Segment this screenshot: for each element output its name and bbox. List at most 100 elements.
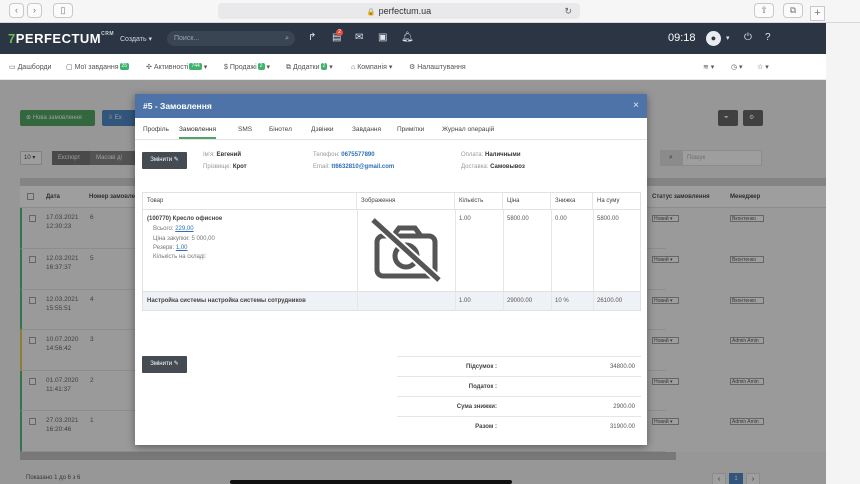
nav-badge: 744 xyxy=(189,63,202,70)
nav-label: Компанія xyxy=(357,64,387,71)
subtotal-value: 34800.00 xyxy=(609,364,635,370)
nav-company[interactable]: ⌂ Компанія ▾ xyxy=(351,63,392,71)
payment-label: Оплата: xyxy=(461,152,484,158)
delivery-info: Доставка: Самовывоз xyxy=(461,164,525,170)
total-link[interactable]: 229,00 xyxy=(175,226,193,232)
lock-icon: 🔒 xyxy=(366,9,376,16)
nav-my-tasks[interactable]: ▢ Мої завдання 25 xyxy=(66,63,130,71)
edit-label: Змінити xyxy=(150,361,173,367)
th-quantity: Кількість xyxy=(455,193,503,209)
delivery-value: Самовывоз xyxy=(490,164,525,170)
nav-activities[interactable]: ✣ Активності 744 ▾ xyxy=(146,63,207,71)
activity-icon: ✣ xyxy=(146,64,154,71)
order-modal: #5 - Замовлення × Профіль Замовлення SMS… xyxy=(135,94,647,445)
edit-customer-button[interactable]: Змінити ✎ xyxy=(142,152,187,169)
share-icon[interactable]: ⇧ xyxy=(754,3,774,18)
item-sum: 26100.00 xyxy=(597,298,623,304)
edit-order-button[interactable]: Змінити ✎ xyxy=(142,356,187,373)
reserve: Резерв: 1,00 xyxy=(153,245,188,251)
tasks-icon: ▢ xyxy=(66,64,75,71)
gear-icon: ⚙ xyxy=(409,64,418,71)
surname-value: Крот xyxy=(232,164,247,170)
phone-link[interactable]: 0675577890 xyxy=(341,152,374,158)
tab-order[interactable]: Замовлення xyxy=(179,126,217,139)
nav-label: Продажі xyxy=(229,64,257,71)
main-nav: ▭ Дашборди ▢ Мої завдання 25 ✣ Активності… xyxy=(0,54,826,80)
divider xyxy=(397,356,641,357)
nav-addons[interactable]: ⧉ Додатки 2 ▾ xyxy=(286,63,333,72)
pencil-icon: ✎ xyxy=(173,157,179,163)
tab-calls[interactable]: Дзвінки xyxy=(311,126,334,133)
help-icon[interactable]: ? xyxy=(765,32,771,43)
order-item-row: (100770) Кресло офисное Всього: 229,00 Ц… xyxy=(143,209,640,292)
th-price: Ціна xyxy=(503,193,551,209)
header-search-placeholder: Поиск... xyxy=(174,35,200,42)
grand-total-value: 31900.00 xyxy=(609,424,635,430)
browser-toolbar: ‹ › ▯ 🔒 perfectum.ua ↻ ⇧ ⧉ xyxy=(0,0,860,23)
divider xyxy=(397,416,641,417)
nav-settings[interactable]: ⚙ Налаштування xyxy=(409,63,466,71)
tabs-icon[interactable]: ⧉ xyxy=(783,3,803,18)
customer-phone: Телефон: 0675577890 xyxy=(313,152,375,158)
tab-notes[interactable]: Примітки xyxy=(397,126,424,133)
name-value: Евгений xyxy=(216,152,242,158)
divider xyxy=(397,376,641,377)
customer-surname: Прізвище: Крот xyxy=(203,164,247,170)
document-icon[interactable]: ▣ xyxy=(378,32,387,43)
detail-value: 5 000,00 xyxy=(191,236,215,242)
email-label: Email: xyxy=(313,164,330,170)
reserve-link[interactable]: 1,00 xyxy=(176,245,188,251)
item-discount: 0.00 xyxy=(555,216,567,222)
th-image: Зображення xyxy=(357,193,455,209)
nav-dashboards[interactable]: ▭ Дашборди xyxy=(9,63,51,71)
chevron-down-icon[interactable]: ▾ xyxy=(726,34,730,42)
customer-name: Ім'я: Евгений xyxy=(203,152,241,158)
window-margin xyxy=(826,23,860,484)
product-name: (100770) Кресло офисное xyxy=(147,216,223,222)
payment-info: Оплата: Наличными xyxy=(461,152,521,158)
tab-binotel[interactable]: Бінотел xyxy=(269,126,292,133)
order-items-table: Товар Зображення Кількість Ціна Знижка Н… xyxy=(142,192,641,311)
customer-email: Email: tt6632810@gmail.com xyxy=(313,164,394,170)
tab-sms[interactable]: SMS xyxy=(238,126,252,133)
logo-sup: CRM xyxy=(101,31,115,37)
tab-profile[interactable]: Профіль xyxy=(143,126,169,133)
share-arrow-icon[interactable]: ↱ xyxy=(308,32,316,43)
tab-tasks[interactable]: Завдання xyxy=(352,126,381,133)
mail-icon[interactable]: ✉ xyxy=(355,32,363,43)
power-icon[interactable]: ⏻ xyxy=(744,32,752,43)
pencil-icon: ✎ xyxy=(173,361,179,367)
product-total: Всього: 229,00 xyxy=(153,226,194,232)
item-price: 5800.00 xyxy=(507,216,529,222)
stock-qty: Кількість на складі: xyxy=(153,254,207,260)
reload-icon[interactable]: ↻ xyxy=(564,3,572,19)
forward-icon[interactable]: › xyxy=(27,3,42,18)
phone-label: Телефон: xyxy=(313,152,340,158)
bell-icon[interactable]: 🔔︎ xyxy=(401,32,414,43)
item-qty: 1.00 xyxy=(459,216,471,222)
sidebar-icon[interactable]: ▯ xyxy=(53,3,73,18)
close-icon[interactable]: × xyxy=(633,100,639,111)
nav-sales[interactable]: $ Продажі 2 ▾ xyxy=(224,63,270,71)
layers-icon[interactable]: ≋ ▾ xyxy=(703,63,714,71)
header-search-input[interactable]: Поиск... ⌕ xyxy=(167,31,295,46)
divider xyxy=(397,396,641,397)
create-menu[interactable]: Создать ▾ xyxy=(120,35,152,43)
new-tab-icon[interactable]: + xyxy=(810,6,825,21)
item-sum: 5800.00 xyxy=(597,216,619,222)
discount-total-label: Сума знижки: xyxy=(456,404,497,410)
address-bar[interactable]: 🔒 perfectum.ua ↻ xyxy=(218,3,580,19)
order-item-row: Настройка системы настройка системы сотр… xyxy=(143,291,640,311)
logo[interactable]: 7PERFECTUMCRM xyxy=(8,31,114,46)
nav-badge: 25 xyxy=(119,63,130,70)
modal-title: #5 - Замовлення xyxy=(143,101,212,111)
email-link[interactable]: tt6632810@gmail.com xyxy=(331,164,394,170)
clock-icon[interactable]: ◷ ▾ xyxy=(731,63,743,71)
avatar[interactable]: ● xyxy=(706,31,721,46)
delivery-label: Доставка: xyxy=(461,164,489,170)
star-icon[interactable]: ☆ ▾ xyxy=(757,63,769,71)
back-icon[interactable]: ‹ xyxy=(9,3,24,18)
name-label: Ім'я: xyxy=(203,152,215,158)
grand-total-label: Разом : xyxy=(475,424,497,430)
tab-operations-log[interactable]: Журнал операцій xyxy=(442,126,494,133)
